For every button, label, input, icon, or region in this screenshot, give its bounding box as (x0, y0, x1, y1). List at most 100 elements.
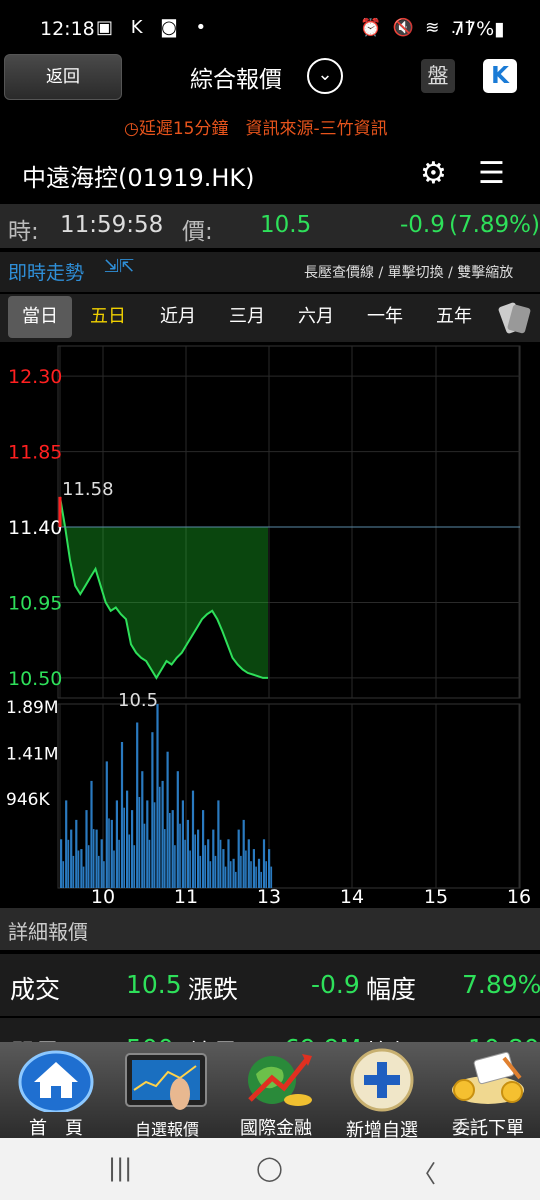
chevron-down-icon[interactable]: ⌄ (307, 58, 343, 94)
volume-bar (209, 861, 212, 888)
volume-bar (240, 855, 242, 888)
globe-finance-icon[interactable] (242, 1048, 316, 1110)
stock-name: 中遠海控(01919.HK) (22, 164, 255, 192)
high-label: 11.58 (62, 479, 114, 500)
deal-label: 成交 (10, 975, 61, 1004)
volume-bar (151, 732, 154, 888)
volume-bar (123, 807, 125, 888)
quote-change: -0.9 (400, 212, 445, 238)
tab-one-year[interactable]: 一年 (353, 296, 417, 338)
volume-bar (250, 861, 252, 888)
back-nav-button[interactable]: 〈 (412, 1154, 436, 1189)
sort-list-icon[interactable]: ☰ (478, 156, 505, 191)
volume-bar (138, 797, 141, 888)
volume-bar (197, 829, 200, 888)
realtime-trend-label[interactable]: 即時走勢 (8, 258, 84, 285)
notification-icons: ▣ K ◙ • (96, 17, 213, 38)
volume-bar (222, 849, 225, 888)
gear-icon[interactable]: ⚙ (420, 156, 447, 191)
volume-bar (214, 855, 217, 888)
volume-bar (67, 839, 70, 888)
k-app-button[interactable]: K (483, 59, 517, 93)
quote-time: 11:59:58 (60, 212, 164, 238)
amplitude-label: 幅度 (366, 975, 417, 1004)
time-tick-label: 14 (340, 886, 364, 904)
volume-bar (82, 866, 85, 888)
home-icon[interactable] (18, 1048, 94, 1114)
nav-watchlist-label[interactable]: 自選報價 (126, 1116, 208, 1140)
volume-bar (128, 834, 131, 888)
volume-bar (255, 866, 257, 888)
tab-month[interactable]: 近月 (146, 296, 210, 338)
add-icon[interactable] (346, 1048, 420, 1112)
tab-day[interactable]: 當日 (8, 296, 72, 338)
tab-five-day[interactable]: 五日 (76, 296, 140, 338)
volume-bar (270, 866, 273, 888)
volume-bar (120, 742, 124, 888)
volume-bar (247, 839, 250, 888)
volume-bar (171, 810, 174, 888)
time-tick-label: 13 (257, 886, 281, 904)
volume-bar (224, 866, 227, 888)
volume-bar (257, 858, 261, 888)
volume-bar (143, 823, 146, 888)
quote-bar: 時: 11:59:58 價: 10.5 -0.9 (7.89%) (0, 204, 540, 248)
volume-bar (87, 845, 90, 888)
price-tick-label: 11.85 (8, 442, 62, 464)
volume-bar (202, 810, 205, 888)
volume-bar (113, 850, 115, 888)
volume-tick-label: 1.89M (6, 698, 59, 718)
volume-bar (141, 771, 144, 888)
chart-usage-hint: 長壓查價線 / 單擊切換 / 雙擊縮放 (304, 265, 514, 281)
volume-bar (227, 839, 230, 888)
watchlist-icon[interactable] (124, 1048, 208, 1110)
market-board-button[interactable]: 盤 (421, 59, 455, 93)
volume-bar (133, 845, 136, 888)
volume-bar (60, 839, 63, 888)
nav-order-label[interactable]: 委託下單 (440, 1114, 536, 1140)
detail-row-2: 單量 500 總量 69.9M 均價 10.80 (0, 1018, 540, 1044)
volume-bar (260, 871, 262, 888)
data-delay-note: ◷延遲15分鐘 資訊來源-三竹資訊 (124, 119, 388, 139)
page-title: 綜合報價 (190, 67, 282, 93)
time-tick-label: 16 (507, 886, 531, 904)
tab-six-month[interactable]: 六月 (284, 296, 348, 338)
volume-bar (232, 858, 235, 888)
volume-bar (242, 819, 245, 888)
volume-bar (199, 855, 202, 888)
tab-five-year[interactable]: 五年 (422, 296, 486, 338)
back-button[interactable]: 返回 (4, 54, 122, 100)
volume-bar (148, 839, 151, 888)
volume-bar (62, 861, 65, 888)
home-button[interactable]: ◯ (256, 1154, 283, 1182)
volume-bar (103, 861, 105, 888)
volume-bar (189, 850, 191, 888)
volume-bar (176, 771, 179, 888)
time-tick-label: 15 (424, 886, 448, 904)
volume-bar (169, 813, 171, 888)
volume-bar (181, 800, 184, 888)
nav-home-label[interactable]: 首 頁 (18, 1114, 94, 1140)
volume-bar (110, 819, 113, 888)
nav-global-finance-label[interactable]: 國際金融 (230, 1114, 322, 1140)
price-chart[interactable]: 12.30 11.85 11.40 10.95 10.50 1.89M 1.41M 946K… (0, 342, 540, 904)
volume-bar (131, 810, 134, 888)
volume-bar (268, 849, 271, 888)
volume-bar (136, 722, 139, 888)
volume-bar (75, 819, 78, 888)
volume-bar (204, 845, 207, 888)
volume-bar (235, 871, 237, 888)
change-label: 漲跌 (188, 975, 239, 1004)
volume-bar (194, 834, 196, 888)
tab-three-month[interactable]: 三月 (215, 296, 279, 338)
rotate-screen-icon[interactable] (494, 298, 536, 338)
collapse-icon[interactable]: ⇲⇱ (104, 256, 134, 277)
recent-apps-button[interactable]: ||| (108, 1154, 132, 1182)
price-tick-label: 12.30 (8, 366, 62, 388)
volume-bar (126, 790, 129, 888)
status-time: 12:18 (40, 18, 95, 40)
volume-bar (252, 849, 255, 888)
order-icon[interactable] (446, 1048, 532, 1110)
volume-bar (70, 829, 73, 888)
volume-bar (98, 855, 100, 888)
